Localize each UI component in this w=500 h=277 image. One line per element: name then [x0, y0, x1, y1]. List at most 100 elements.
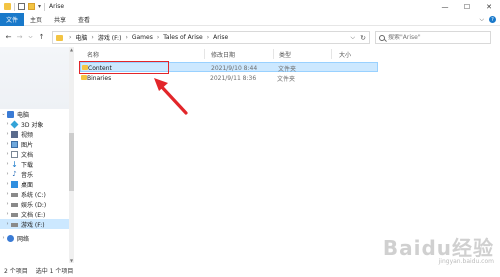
sidebar-item-downloads[interactable]: › ↓ 下载	[0, 159, 72, 169]
sidebar-item-label: 系统 (C:)	[21, 191, 46, 199]
close-button[interactable]: ✕	[478, 0, 500, 13]
breadcrumb-games[interactable]: Games	[132, 34, 153, 41]
expand-icon[interactable]: ›	[4, 131, 11, 137]
sidebar-item-drive-d[interactable]: › 娱乐 (D:)	[0, 199, 72, 209]
sidebar-item-videos[interactable]: › 视频	[0, 129, 72, 139]
column-header-type[interactable]: 类型	[279, 49, 291, 59]
forward-button[interactable]: →	[14, 30, 25, 44]
file-type: 文件夹	[278, 65, 297, 73]
expand-icon[interactable]: ›	[4, 191, 11, 197]
file-name: Binaries	[87, 74, 112, 82]
collapse-icon[interactable]: ⌄	[0, 111, 7, 117]
sidebar-item-documents[interactable]: › 文档	[0, 149, 72, 159]
minimize-button[interactable]: —	[434, 0, 456, 13]
expand-icon[interactable]: ›	[0, 235, 7, 241]
search-box[interactable]	[375, 31, 491, 44]
network-icon	[7, 234, 14, 242]
sidebar-item-label: 音乐	[21, 171, 34, 179]
sidebar-item-drive-e[interactable]: › 文档 (E:)	[0, 209, 72, 219]
expand-icon[interactable]: ›	[4, 141, 11, 147]
video-icon	[11, 130, 18, 138]
breadcrumb-separator[interactable]: ›	[207, 34, 209, 41]
breadcrumb-separator[interactable]: ›	[91, 34, 93, 41]
drive-icon	[11, 212, 18, 217]
help-icon[interactable]: ?	[489, 16, 496, 23]
scroll-down-icon[interactable]: ▼	[69, 258, 74, 263]
status-bar: 2 个项目 选中 1 个项目	[0, 264, 500, 277]
expand-icon[interactable]: ›	[4, 201, 11, 207]
window-title: Arise	[49, 3, 65, 10]
refresh-icon[interactable]: ↻	[360, 34, 366, 42]
new-folder-icon[interactable]	[28, 3, 35, 10]
breadcrumb-separator[interactable]: ›	[125, 34, 127, 41]
sidebar-item-network[interactable]: › 网络	[0, 233, 72, 243]
file-row-binaries[interactable]: Binaries 2021/9/11 8:36 文件夹	[80, 73, 378, 83]
sidebar-item-music[interactable]: › ♪ 音乐	[0, 169, 72, 179]
tab-view[interactable]: 查看	[72, 13, 96, 26]
expand-ribbon-icon[interactable]: ⌵	[479, 16, 484, 24]
breadcrumb-separator[interactable]: ›	[157, 34, 159, 41]
sidebar-item-label: 娱乐 (D:)	[21, 201, 47, 209]
breadcrumb-tales-of-arise[interactable]: Tales of Arise	[163, 34, 203, 41]
maximize-button[interactable]: ☐	[456, 0, 478, 13]
sidebar-item-label: 桌面	[21, 181, 34, 189]
recent-locations-button[interactable]: ⌵	[25, 30, 36, 44]
sidebar-item-label: 视频	[21, 131, 34, 139]
file-type: 文件夹	[277, 75, 296, 83]
sidebar-item-label: 文档 (E:)	[21, 211, 46, 219]
sidebar-item-label: 3D 对象	[21, 121, 44, 129]
customize-toolbar-icon[interactable]: ▾	[38, 3, 41, 10]
scrollbar-thumb[interactable]	[69, 133, 74, 191]
3d-objects-icon	[10, 120, 19, 128]
column-header-name[interactable]: 名称	[87, 49, 99, 59]
address-history-dropdown[interactable]: ⌵	[350, 34, 355, 42]
file-list: 名称 修改日期 类型 大小 Content 2021/9/10 8:44 文件夹…	[77, 47, 500, 263]
sidebar-item-3d-objects[interactable]: › 3D 对象	[0, 119, 72, 129]
computer-icon	[7, 110, 14, 118]
title-bar: ▾ Arise — ☐ ✕	[0, 0, 500, 13]
expand-icon[interactable]: ›	[4, 211, 11, 217]
divider[interactable]	[204, 49, 205, 59]
tab-share[interactable]: 共享	[48, 13, 72, 26]
selection-count: 选中 1 个项目	[35, 268, 74, 275]
breadcrumb-computer[interactable]: 电脑	[75, 33, 87, 42]
sidebar-item-drive-f[interactable]: › 游戏 (F:)	[0, 219, 69, 229]
drive-icon	[11, 222, 18, 227]
annotation-arrow-icon	[154, 78, 188, 115]
expand-icon[interactable]: ›	[4, 181, 11, 187]
sidebar-item-computer[interactable]: ⌄ 电脑	[0, 109, 72, 119]
properties-icon[interactable]	[18, 3, 25, 10]
address-bar[interactable]: › 电脑 › 游戏 (F:) › Games › Tales of Arise …	[52, 31, 370, 44]
breadcrumb-drive-f[interactable]: 游戏 (F:)	[98, 33, 122, 42]
watermark-url: jingyan.baidu.com	[438, 258, 494, 265]
picture-icon	[11, 140, 18, 148]
divider	[44, 2, 46, 11]
breadcrumb-arise[interactable]: Arise	[213, 34, 228, 41]
expand-icon[interactable]: ›	[4, 151, 11, 157]
expand-icon[interactable]: ›	[4, 171, 11, 177]
drive-icon	[11, 202, 18, 207]
tab-file[interactable]: 文件	[0, 12, 25, 26]
folder-icon	[56, 34, 63, 41]
scroll-up-icon[interactable]: ▲	[69, 47, 74, 52]
sidebar-item-drive-c[interactable]: › 系统 (C:)	[0, 189, 72, 199]
column-header-size[interactable]: 大小	[339, 49, 351, 59]
navigation-scrollbar[interactable]: ▲ ▼	[69, 47, 74, 263]
divider[interactable]	[331, 49, 332, 59]
expand-icon[interactable]: ›	[4, 221, 11, 227]
navigation-pane: ⌄ 电脑 › 3D 对象 › 视频 › 图片 › 文档 › ↓ 下载 › ♪ 音…	[0, 47, 75, 263]
sidebar-item-desktop[interactable]: › 桌面	[0, 179, 72, 189]
search-input[interactable]	[388, 34, 488, 41]
navigation-bar: ← → ⌵ ↑ › 电脑 › 游戏 (F:) › Games › Tales o…	[0, 27, 500, 47]
sidebar-item-pictures[interactable]: › 图片	[0, 139, 72, 149]
file-date: 2021/9/11 8:36	[210, 74, 257, 82]
ribbon-tabs: 文件 主页 共享 查看 ⌵ ?	[0, 12, 500, 26]
item-count: 2 个项目	[4, 268, 28, 275]
divider[interactable]	[273, 49, 274, 59]
sidebar-item-label: 文档	[21, 151, 34, 159]
column-header-date[interactable]: 修改日期	[211, 49, 235, 59]
tab-home[interactable]: 主页	[24, 13, 48, 26]
up-button[interactable]: ↑	[36, 30, 47, 44]
back-button[interactable]: ←	[3, 30, 14, 44]
expand-icon[interactable]: ›	[4, 161, 11, 167]
